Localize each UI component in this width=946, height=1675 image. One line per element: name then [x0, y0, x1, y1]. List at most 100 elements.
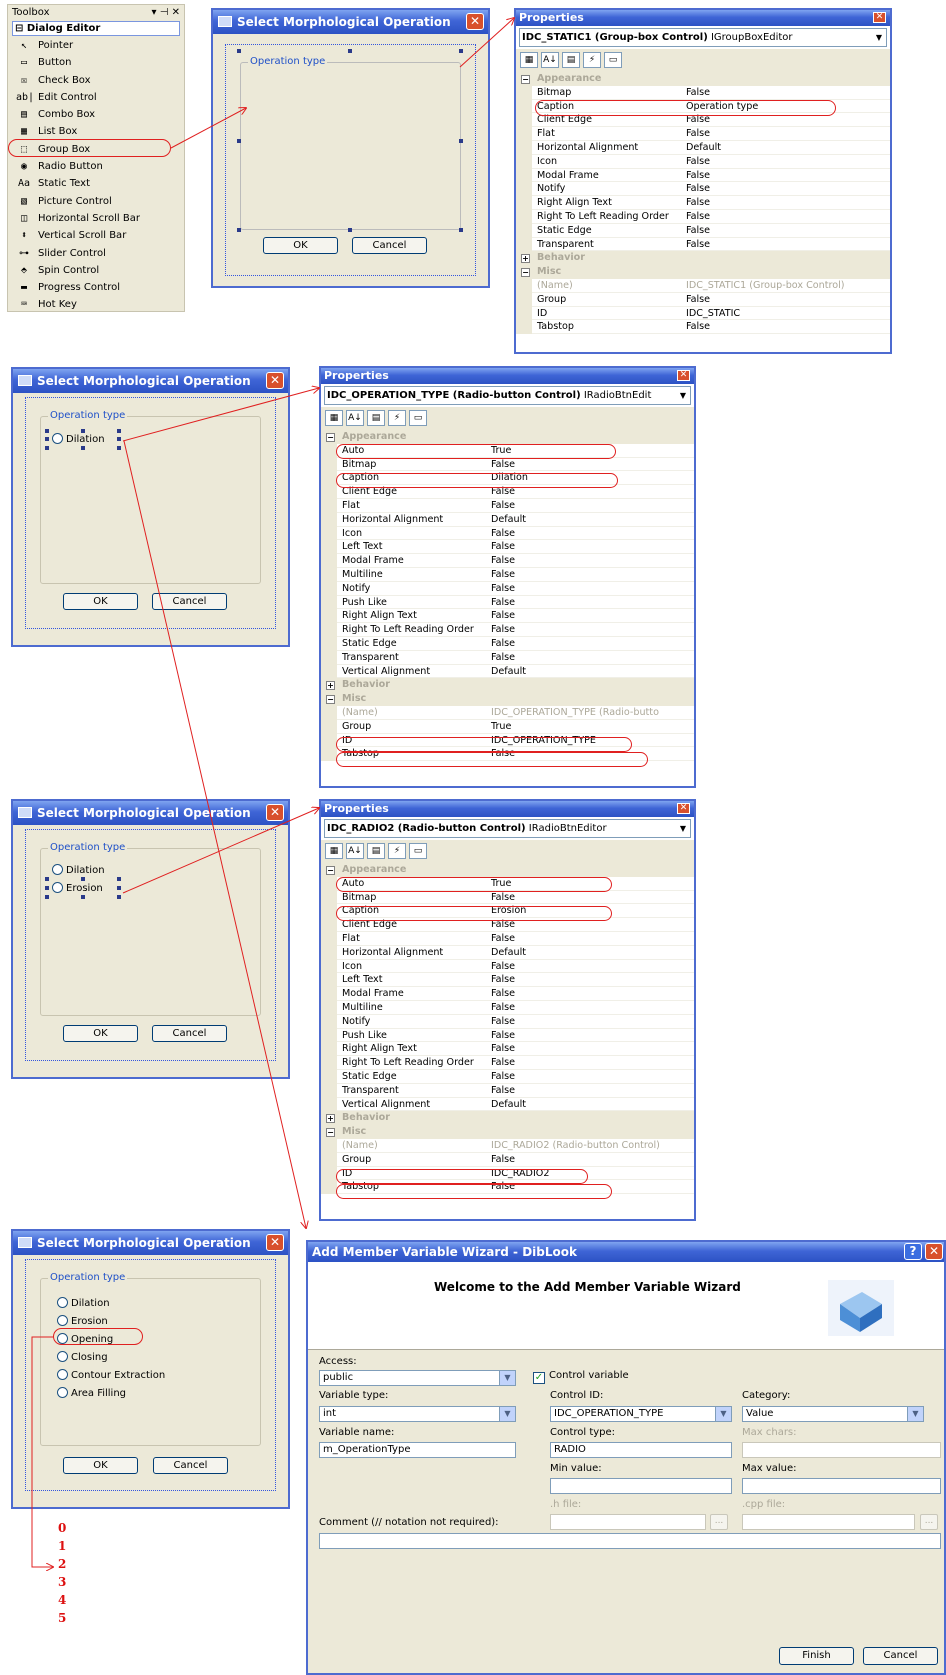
category-misc[interactable]: − Misc	[516, 265, 890, 279]
property-value[interactable]: Default	[686, 141, 721, 155]
property-pages-icon[interactable]: ▭	[604, 52, 622, 68]
property-row[interactable]: Static Edge False	[321, 636, 694, 651]
property-value[interactable]: False	[491, 973, 515, 987]
property-row[interactable]: Flat False	[321, 931, 694, 946]
property-value[interactable]: Default	[491, 513, 526, 527]
selection-handle[interactable]	[348, 228, 352, 232]
property-value[interactable]: False	[491, 1042, 515, 1056]
selection-handle[interactable]	[117, 429, 121, 433]
selection-handle[interactable]	[117, 886, 121, 890]
property-row[interactable]: Flat False	[516, 127, 890, 141]
events-icon[interactable]: ⚡	[583, 52, 601, 68]
property-value[interactable]: False	[491, 527, 515, 541]
toolbox-item-spin-control[interactable]: ⬘ Spin Control	[8, 262, 184, 279]
help-icon[interactable]: ?	[904, 1243, 922, 1260]
property-row[interactable]: Vertical Alignment Default	[321, 1097, 694, 1112]
collapse-icon[interactable]: −	[326, 433, 335, 442]
property-row[interactable]: Push Like False	[321, 1028, 694, 1043]
category-misc[interactable]: − Misc	[321, 1125, 694, 1139]
h-file-browse-button[interactable]: ...	[710, 1514, 728, 1530]
selection-handle[interactable]	[348, 49, 352, 53]
toolbox-item-slider-control[interactable]: ⊶ Slider Control	[8, 245, 184, 262]
property-value[interactable]: False	[491, 637, 515, 651]
alphabetical-icon[interactable]: A↓	[346, 843, 364, 859]
toolbox-item-hot-key[interactable]: ⌨ Hot Key	[8, 296, 184, 313]
toolbox-section-dialog-editor[interactable]: ⊟ Dialog Editor	[12, 21, 180, 36]
finish-button[interactable]: Finish	[779, 1647, 854, 1665]
property-value[interactable]: IDC_STATIC	[686, 307, 740, 321]
events-icon[interactable]: ⚡	[388, 843, 406, 859]
categorized-icon[interactable]: ▦	[520, 52, 538, 68]
property-value[interactable]: False	[686, 224, 710, 238]
selection-handle[interactable]	[81, 895, 85, 899]
expand-icon[interactable]: +	[521, 254, 530, 264]
selection-handle[interactable]	[117, 895, 121, 899]
chevron-down-icon[interactable]: ▼	[499, 1407, 515, 1421]
selection-handle[interactable]	[459, 228, 463, 232]
property-row[interactable]: Right Align Text False	[321, 1042, 694, 1057]
access-select[interactable]: public ▼	[319, 1370, 516, 1386]
selection-handle[interactable]	[45, 886, 49, 890]
min-value-input[interactable]	[550, 1478, 732, 1494]
cancel-button[interactable]: Cancel	[152, 1025, 227, 1042]
property-row[interactable]: Horizontal Alignment Default	[321, 945, 694, 960]
property-value[interactable]: False	[491, 568, 515, 582]
property-row[interactable]: Right To Left Reading Order False	[321, 623, 694, 637]
object-selector[interactable]: IDC_OPERATION_TYPE (Radio-button Control…	[324, 386, 691, 405]
property-row[interactable]: Tabstop False	[516, 320, 890, 335]
selection-handle[interactable]	[45, 895, 49, 899]
property-pages-icon[interactable]: ▭	[409, 843, 427, 859]
h-file-input[interactable]	[550, 1514, 706, 1530]
property-value[interactable]: IDC_STATIC1 (Group-box Control)	[686, 279, 845, 293]
close-icon[interactable]: ✕	[677, 803, 690, 814]
property-value[interactable]: False	[491, 609, 515, 623]
property-row[interactable]: Modal Frame False	[321, 987, 694, 1001]
property-row[interactable]: (Name) IDC_STATIC1 (Group-box Control)	[516, 278, 890, 293]
selection-handle[interactable]	[81, 429, 85, 433]
alphabetical-icon[interactable]: A↓	[346, 410, 364, 426]
property-value[interactable]: False	[686, 169, 710, 183]
chevron-down-icon[interactable]: ▼	[499, 1371, 515, 1385]
toolbox-item-radio-button[interactable]: ◉ Radio Button	[8, 158, 184, 175]
chevron-down-icon[interactable]: ▼	[676, 387, 690, 404]
comment-input[interactable]	[319, 1533, 941, 1549]
selection-handle[interactable]	[45, 437, 49, 441]
property-value[interactable]: False	[686, 127, 710, 141]
max-chars-input[interactable]	[742, 1442, 941, 1458]
property-row[interactable]: Notify False	[321, 581, 694, 596]
category-appearance[interactable]: − Appearance	[321, 430, 694, 444]
category-appearance[interactable]: − Appearance	[321, 863, 694, 877]
property-value[interactable]: Default	[491, 1098, 526, 1112]
max-value-input[interactable]	[742, 1478, 941, 1494]
close-icon[interactable]: ✕	[266, 372, 284, 389]
property-row[interactable]: Multiline False	[321, 1000, 694, 1015]
selection-handle[interactable]	[117, 437, 121, 441]
selection-handle[interactable]	[459, 139, 463, 143]
property-value[interactable]: False	[686, 155, 710, 169]
category-behavior[interactable]: + Behavior	[321, 678, 694, 693]
radio-erosion[interactable]: Erosion	[52, 882, 103, 895]
category-appearance[interactable]: − Appearance	[516, 72, 890, 86]
categorized-icon[interactable]: ▦	[325, 843, 343, 859]
property-row[interactable]: Transparent False	[516, 237, 890, 252]
toolbox-item-progress-control[interactable]: ▬ Progress Control	[8, 279, 184, 296]
toolbox-item-combo-box[interactable]: ▤ Combo Box	[8, 106, 184, 123]
selection-handle[interactable]	[45, 446, 49, 450]
property-value[interactable]: IDC_OPERATION_TYPE (Radio-butto	[491, 706, 659, 720]
property-row[interactable]: Group True	[321, 719, 694, 734]
selection-handle[interactable]	[81, 446, 85, 450]
property-row[interactable]: (Name) IDC_OPERATION_TYPE (Radio-butto	[321, 705, 694, 720]
alphabetical-icon[interactable]: A↓	[541, 52, 559, 68]
close-icon[interactable]: ✕	[925, 1243, 943, 1260]
property-value[interactable]: False	[686, 320, 710, 334]
cancel-button[interactable]: Cancel	[352, 237, 427, 254]
categorized-icon[interactable]: ▦	[325, 410, 343, 426]
property-row[interactable]: Icon False	[321, 959, 694, 974]
selection-handle[interactable]	[459, 49, 463, 53]
toolbox-item-static-text[interactable]: Aa Static Text	[8, 175, 184, 192]
property-value[interactable]: False	[491, 596, 515, 610]
events-icon[interactable]: ⚡	[388, 410, 406, 426]
property-value[interactable]: Default	[491, 665, 526, 679]
close-icon[interactable]: ✕	[466, 13, 484, 30]
collapse-icon[interactable]: −	[326, 695, 335, 705]
